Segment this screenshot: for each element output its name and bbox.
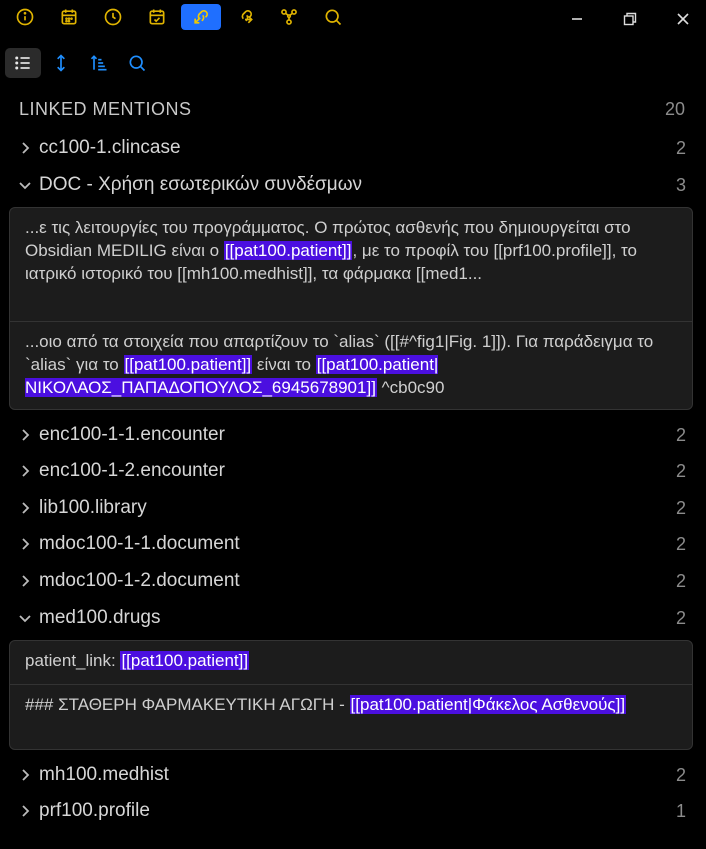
restore-button[interactable] bbox=[615, 6, 645, 32]
chevron-right-icon[interactable] bbox=[16, 499, 34, 517]
match-count: 1 bbox=[675, 800, 686, 821]
chevron-right-icon[interactable] bbox=[16, 426, 34, 444]
chevron-right-icon[interactable] bbox=[16, 462, 34, 480]
graph-icon[interactable] bbox=[269, 4, 309, 30]
file-row[interactable]: mdoc100-1-2.document 2 bbox=[16, 566, 686, 596]
file-row[interactable]: med100.drugs 2 bbox=[16, 603, 686, 633]
match-count: 2 bbox=[675, 570, 686, 591]
file-name: enc100-1-2.encounter bbox=[39, 460, 225, 481]
snippet-text: ^cb0c90 bbox=[376, 378, 445, 397]
match-snippet[interactable]: ...ε τις λειτουργίες του προγράμματος. Ο… bbox=[10, 208, 692, 321]
match-count: 2 bbox=[675, 764, 686, 785]
drugs-matches: patient_link: [[pat100.patient]] ### ΣΤΑ… bbox=[9, 640, 693, 750]
match-count: 2 bbox=[675, 607, 686, 628]
file-row[interactable]: enc100-1-1.encounter 2 bbox=[16, 420, 686, 450]
file-name: cc100-1.clincase bbox=[39, 137, 181, 158]
file-row[interactable]: enc100-1-2.encounter 2 bbox=[16, 456, 686, 486]
chevron-right-icon[interactable] bbox=[16, 572, 34, 590]
file-row[interactable]: DOC - Χρήση εσωτερικών συνδέσμων 3 bbox=[16, 170, 686, 200]
list-icon[interactable] bbox=[5, 48, 41, 78]
match-snippet[interactable]: patient_link: [[pat100.patient]] bbox=[10, 641, 692, 684]
backlinks-pane: LINKED MENTIONS 20 cc100-1.clincase 2 DO… bbox=[0, 0, 706, 849]
chevron-down-icon[interactable] bbox=[16, 176, 34, 194]
file-row[interactable]: mdoc100-1-1.document 2 bbox=[16, 529, 686, 559]
file-name: mdoc100-1-1.document bbox=[39, 533, 240, 554]
snippet-text: είναι το bbox=[252, 355, 316, 374]
minimize-button[interactable] bbox=[562, 6, 592, 32]
doc-matches: ...ε τις λειτουργίες του προγράμματος. Ο… bbox=[9, 207, 693, 410]
linked-mentions-title: LINKED MENTIONS bbox=[19, 98, 192, 119]
match-snippet[interactable]: ### ΣΤΑΘΕΡΗ ΦΑΡΜΑΚΕΥΤΙΚΗ ΑΓΩΓΗ - [[pat10… bbox=[10, 684, 692, 724]
file-row[interactable]: lib100.library 2 bbox=[16, 493, 686, 523]
linked-mentions-count: 20 bbox=[664, 98, 685, 119]
highlighted-link[interactable]: [[pat100.patient]] bbox=[123, 355, 253, 374]
chevron-right-icon[interactable] bbox=[16, 766, 34, 784]
highlighted-link[interactable]: [[pat100.patient|Φάκελος Ασθενούς]] bbox=[349, 695, 627, 714]
linked-mentions-header[interactable]: LINKED MENTIONS 20 bbox=[19, 97, 685, 121]
match-snippet[interactable]: ...οιο από τα στοιχεία που απαρτίζουν το… bbox=[10, 321, 692, 407]
chevron-down-icon[interactable] bbox=[16, 609, 34, 627]
expand-collapse-icon[interactable] bbox=[43, 48, 79, 78]
file-name: mdoc100-1-2.document bbox=[39, 570, 240, 591]
file-name: mh100.medhist bbox=[39, 764, 169, 785]
backlinks-icon[interactable] bbox=[181, 4, 221, 30]
close-button[interactable] bbox=[668, 6, 698, 32]
highlighted-link[interactable]: [[pat100.patient]] bbox=[223, 241, 353, 260]
match-count: 2 bbox=[675, 424, 686, 445]
match-count: 2 bbox=[675, 497, 686, 518]
file-row[interactable]: mh100.medhist 2 bbox=[16, 760, 686, 790]
snippet-text: patient_link: bbox=[25, 651, 121, 670]
file-row[interactable]: cc100-1.clincase 2 bbox=[16, 133, 686, 163]
calendar-icon[interactable] bbox=[49, 4, 89, 30]
search-icon[interactable] bbox=[313, 4, 353, 30]
file-name: prf100.profile bbox=[39, 800, 150, 821]
chevron-right-icon[interactable] bbox=[16, 802, 34, 820]
file-name: lib100.library bbox=[39, 497, 147, 518]
outgoing-links-icon[interactable] bbox=[225, 4, 265, 30]
file-name: DOC - Χρήση εσωτερικών συνδέσμων bbox=[39, 174, 363, 195]
file-name: enc100-1-1.encounter bbox=[39, 424, 225, 445]
chevron-right-icon[interactable] bbox=[16, 535, 34, 553]
match-count: 2 bbox=[675, 533, 686, 554]
sort-icon[interactable] bbox=[81, 48, 117, 78]
backlinks-toolbar bbox=[0, 46, 706, 80]
snippet-text: ### ΣΤΑΘΕΡΗ ΦΑΡΜΑΚΕΥΤΙΚΗ ΑΓΩΓΗ - bbox=[25, 695, 350, 714]
chevron-right-icon[interactable] bbox=[16, 139, 34, 157]
search-filter-icon[interactable] bbox=[119, 48, 155, 78]
highlighted-link[interactable]: [[pat100.patient]] bbox=[120, 651, 250, 670]
match-count: 2 bbox=[675, 460, 686, 481]
file-name: med100.drugs bbox=[39, 607, 161, 628]
calendar-check-icon[interactable] bbox=[137, 4, 177, 30]
file-row[interactable]: prf100.profile 1 bbox=[16, 796, 686, 826]
match-count: 3 bbox=[675, 174, 686, 195]
clock-icon[interactable] bbox=[93, 4, 133, 30]
info-icon[interactable] bbox=[5, 4, 45, 30]
top-toolbar bbox=[0, 0, 706, 38]
match-count: 2 bbox=[675, 137, 686, 158]
